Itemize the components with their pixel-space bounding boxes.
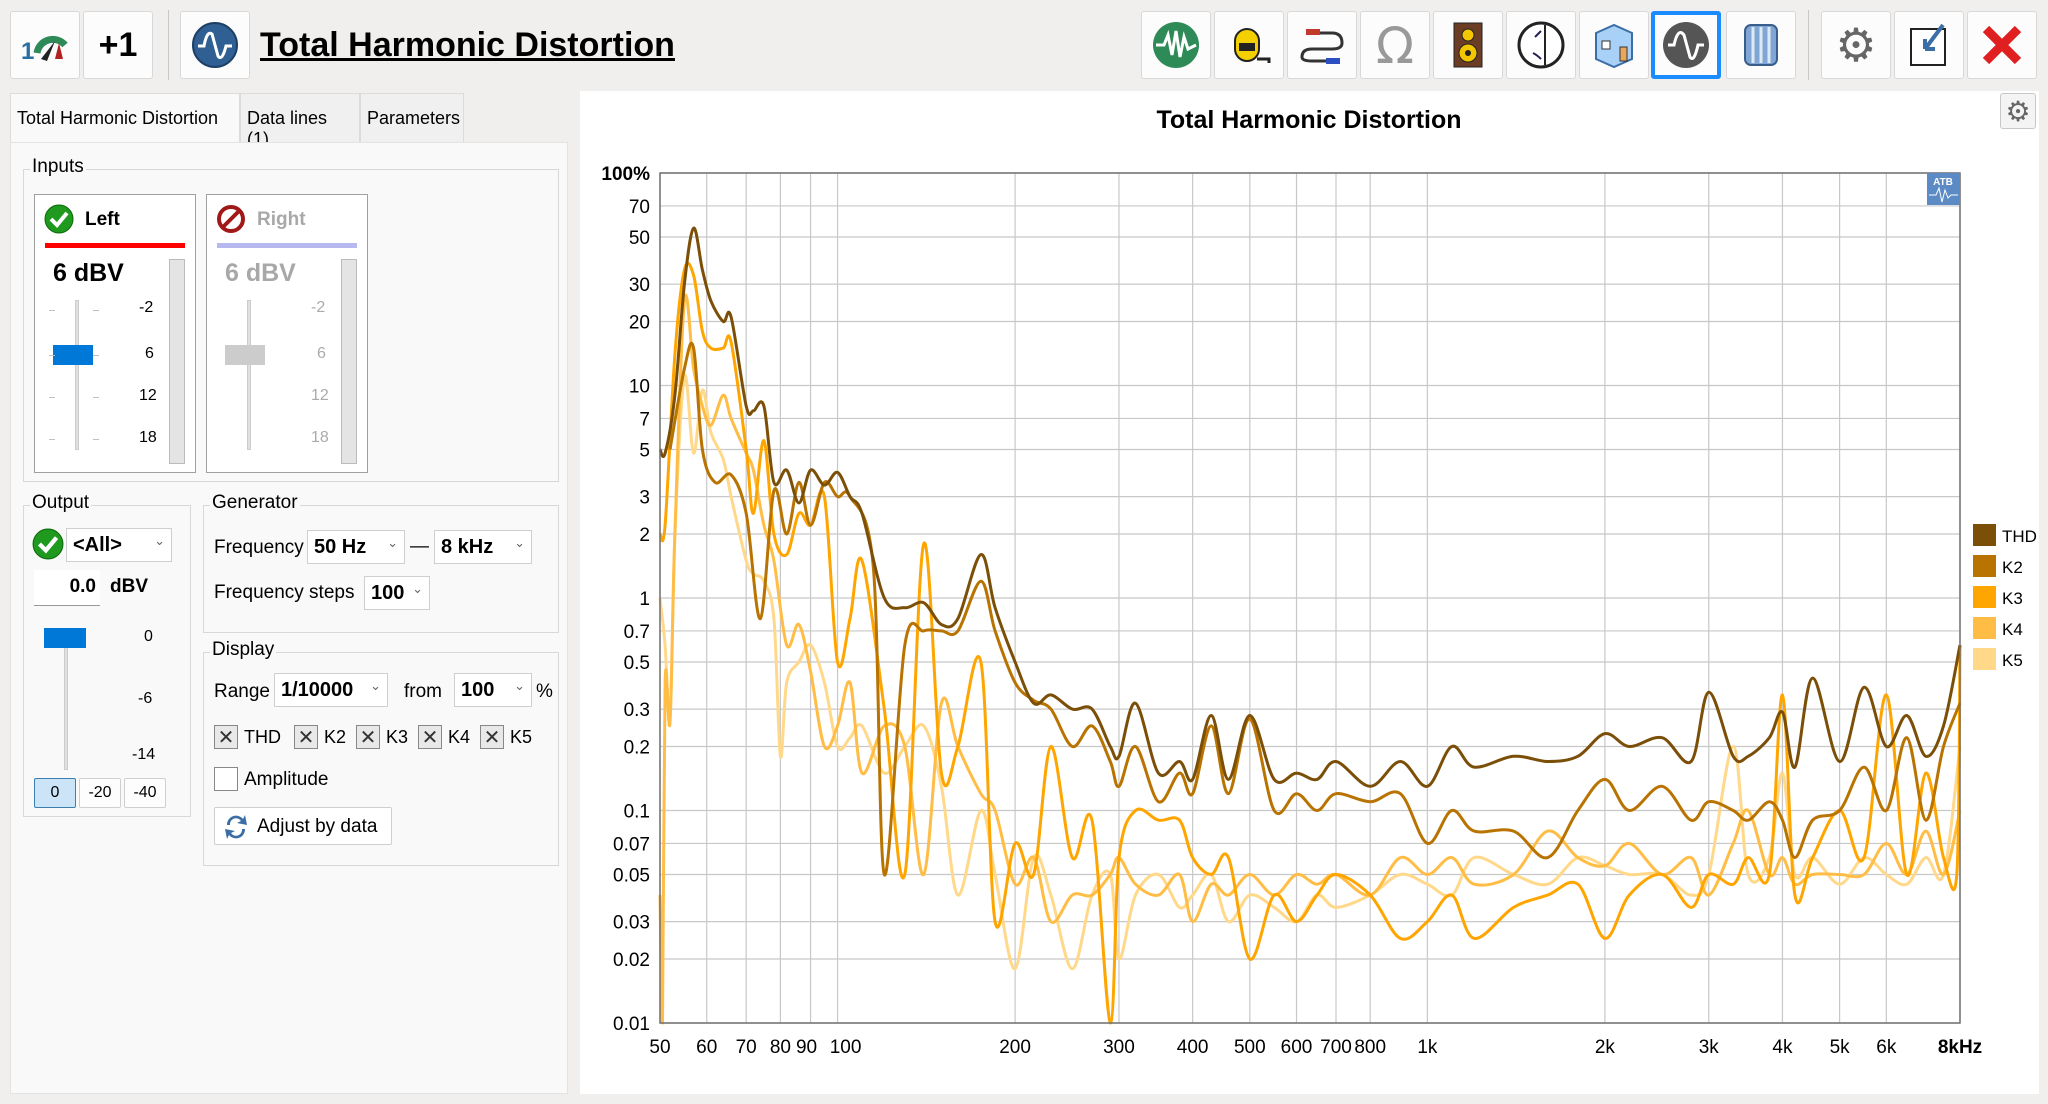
thd-chart: Total Harmonic Distortion 50 60 70 80 90 100 2… [601, 106, 2037, 1058]
y-tick-label: 10 [629, 377, 650, 398]
x-tick-label: 8kHz [1938, 1037, 1982, 1058]
y-tick-label: 0.2 [624, 738, 650, 759]
y-tick-label: 0.01 [613, 1014, 650, 1035]
x-tick-label: 2k [1595, 1037, 1616, 1058]
x-axis-labels: 50 60 70 80 90 100 200 300 400 500 600 700 800 1k 2k 3k… [649, 1037, 1982, 1058]
y-tick-label: 0.02 [613, 950, 650, 971]
x-tick-label: 80 [770, 1037, 791, 1058]
x-tick-label: 200 [999, 1037, 1031, 1058]
y-tick-label: 3 [639, 488, 650, 509]
x-tick-label: 5k [1830, 1037, 1851, 1058]
y-tick-label: 0.5 [624, 653, 650, 674]
x-tick-label: 6k [1876, 1037, 1897, 1058]
x-tick-label: 60 [696, 1037, 717, 1058]
atb-watermark: ATB [1927, 173, 1960, 205]
legend-label: K4 [2002, 620, 2023, 639]
y-tick-label: 30 [629, 275, 650, 296]
y-tick-label: 5 [639, 440, 650, 461]
x-tick-label: 300 [1103, 1037, 1135, 1058]
y-tick-label: 0.3 [624, 700, 650, 721]
legend-label: K3 [2002, 589, 2023, 608]
watermark-text: ATB [1933, 177, 1953, 188]
series-line-k4 [658, 293, 1962, 1025]
x-tick-label: 90 [796, 1037, 817, 1058]
chart-title: Total Harmonic Distortion [1156, 106, 1461, 134]
y-tick-label: 70 [629, 197, 650, 218]
x-tick-label: 400 [1177, 1037, 1209, 1058]
x-tick-label: 50 [649, 1037, 670, 1058]
legend-swatch-k5 [1973, 648, 1996, 670]
y-tick-label: 50 [629, 228, 650, 249]
x-tick-label: 4k [1772, 1037, 1793, 1058]
y-tick-label: 100% [601, 164, 650, 185]
y-tick-label: 0.05 [613, 865, 650, 886]
y-tick-label: 0.1 [624, 802, 650, 823]
legend-label: THD [2002, 527, 2037, 546]
legend-label: K2 [2002, 558, 2023, 577]
x-tick-label: 700 [1320, 1037, 1352, 1058]
series-line-k2 [668, 341, 1962, 877]
legend-swatch-thd [1973, 524, 1996, 546]
y-axis-labels: 100% 70 50 30 20 10 7 5 3 2 1 0.7 0.5 0.3 0.2 0.1 0.07 0.… [601, 164, 650, 1035]
y-tick-label: 20 [629, 313, 650, 334]
legend-swatch-k4 [1973, 617, 1996, 639]
chart-series [658, 226, 1962, 1025]
y-tick-label: 0.03 [613, 913, 650, 934]
chart-grid [659, 172, 1961, 1024]
series-line-k3 [658, 261, 1962, 1025]
x-tick-label: 1k [1417, 1037, 1438, 1058]
x-tick-label: 70 [736, 1037, 757, 1058]
x-tick-label: 500 [1234, 1037, 1266, 1058]
x-tick-label: 800 [1354, 1037, 1386, 1058]
series-line-thd [658, 226, 1962, 788]
x-tick-label: 3k [1699, 1037, 1720, 1058]
chart-legend: THD K2 K3 K4 K5 [1973, 524, 2037, 670]
legend-swatch-k2 [1973, 555, 1996, 577]
y-tick-label: 0.07 [613, 834, 650, 855]
legend-label: K5 [2002, 651, 2023, 670]
y-tick-label: 7 [639, 409, 650, 430]
y-tick-label: 0.7 [624, 622, 650, 643]
legend-swatch-k3 [1973, 586, 1996, 608]
x-tick-label: 600 [1281, 1037, 1313, 1058]
y-tick-label: 1 [639, 589, 650, 610]
x-tick-label: 100 [830, 1037, 862, 1058]
y-tick-label: 2 [639, 525, 650, 546]
